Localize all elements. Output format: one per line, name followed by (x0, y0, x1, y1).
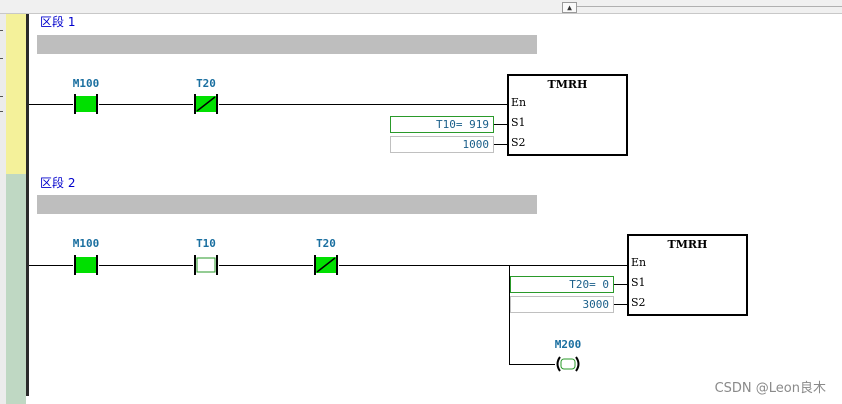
gutter-tick (0, 30, 3, 31)
segment-2-label[interactable]: 区段 2 (40, 176, 75, 190)
pin-s2: S2 (631, 296, 646, 309)
pin-en: En (631, 256, 647, 269)
contact-t20-nc[interactable] (313, 255, 339, 275)
coil-label: M200 (554, 338, 582, 351)
tmrh-block-2[interactable]: TMRH En S1 S2 (627, 234, 748, 316)
collapse-toggle[interactable]: ▲ (562, 2, 577, 13)
pin-s2: S2 (511, 136, 526, 149)
s1-value-field[interactable]: T10= 919 (390, 116, 494, 133)
left-power-rail (26, 14, 29, 396)
top-bar: ▲ (0, 0, 842, 14)
gutter-tick (0, 58, 3, 59)
contact-label: T20 (196, 77, 216, 90)
gutter-tick (0, 96, 3, 97)
contact-label: T10 (196, 237, 216, 250)
s1-wire (614, 284, 628, 285)
branch-wire (509, 265, 510, 365)
rung-1-wire (29, 104, 508, 105)
tmrh-block-1[interactable]: TMRH En S1 S2 (507, 74, 628, 156)
watermark: CSDN @Leon良木 (714, 381, 826, 396)
segment-2-gutter[interactable] (6, 174, 26, 404)
s1-value-field[interactable]: T20= 0 (510, 276, 614, 293)
s2-wire (494, 144, 508, 145)
segment-1-gutter[interactable] (6, 14, 26, 174)
contact-m100-no[interactable] (73, 94, 99, 114)
block-title: TMRH (547, 78, 588, 91)
contact-m100-no[interactable] (73, 255, 99, 275)
s2-value-field[interactable]: 1000 (390, 136, 494, 153)
s1-wire (494, 124, 508, 125)
segment-2-comment[interactable] (37, 195, 537, 214)
segment-1-comment[interactable] (37, 35, 537, 54)
pin-s1: S1 (511, 116, 526, 129)
gutter-tick (0, 111, 3, 112)
contact-label: T20 (316, 237, 336, 250)
coil-m200[interactable] (554, 356, 582, 372)
s2-value-field[interactable]: 3000 (510, 296, 614, 313)
pin-s1: S1 (631, 276, 646, 289)
coil-feed-wire (509, 364, 555, 365)
contact-label: M100 (72, 237, 100, 250)
segment-1-label[interactable]: 区段 1 (40, 15, 75, 29)
s2-wire (614, 304, 628, 305)
contact-label: M100 (72, 77, 100, 90)
contact-t10-no[interactable] (193, 255, 219, 275)
top-divider (577, 6, 842, 7)
block-title: TMRH (667, 238, 708, 251)
pin-en: En (511, 96, 527, 109)
contact-t20-nc[interactable] (193, 94, 219, 114)
